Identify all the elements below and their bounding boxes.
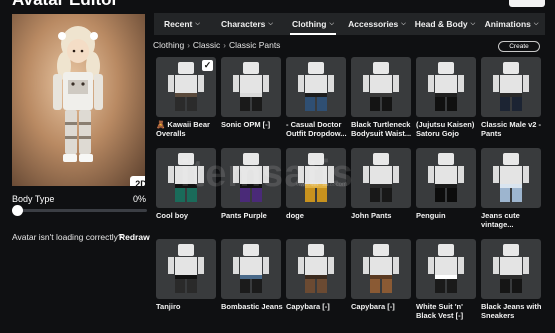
item-thumbnail <box>286 148 346 208</box>
item-name: Pants Purple <box>221 211 267 220</box>
body-type-slider[interactable] <box>14 209 147 212</box>
chevron-right-icon: › <box>223 40 226 50</box>
avatar-figure <box>53 26 103 162</box>
checkmark-icon[interactable]: ✓ <box>202 60 213 71</box>
item-thumbnail <box>221 57 281 117</box>
loading-help-text: Avatar isn't loading correctly? <box>12 232 123 242</box>
item-card[interactable]: Penguin <box>416 148 476 220</box>
item-card[interactable]: Cool boy <box>156 148 216 220</box>
item-name: Classic Male v2 - Pants <box>481 120 542 138</box>
tab-label: Characters <box>221 19 266 29</box>
item-thumbnail <box>221 239 281 299</box>
item-name: Tanjiro <box>156 302 181 311</box>
item-thumbnail <box>156 148 216 208</box>
category-tabs: Recent ⌵ Characters ⌵ Clothing ⌵ Accessorie… <box>154 13 545 35</box>
item-card[interactable]: (Jujutsu Kaisen) Satoru Gojo <box>416 57 476 138</box>
item-card[interactable]: Bombastic Jeans <box>221 239 283 311</box>
item-name: Black Turtleneck Bodysuit Waist... <box>351 120 412 138</box>
item-card[interactable]: Tanjiro <box>156 239 216 311</box>
item-card[interactable]: doge <box>286 148 346 220</box>
item-card[interactable]: Black Jeans with Sneakers <box>481 239 541 320</box>
tab-label: Head & Body <box>414 19 468 29</box>
item-name: doge <box>286 211 304 220</box>
redraw-link[interactable]: Redraw <box>119 232 150 242</box>
item-thumbnail <box>221 148 281 208</box>
item-thumbnail <box>351 148 411 208</box>
window-title: Avatar Editor <box>12 0 118 10</box>
item-thumbnail <box>156 239 216 299</box>
item-name: (Jujutsu Kaisen) Satoru Gojo <box>416 120 475 138</box>
chevron-down-icon: ⌵ <box>195 20 200 27</box>
tab-label: Clothing <box>291 19 327 29</box>
item-thumbnail <box>481 239 541 299</box>
item-thumbnail <box>351 239 411 299</box>
breadcrumb-classic-pants: Classic Pants <box>228 40 281 50</box>
item-name: Cool boy <box>156 211 189 220</box>
chevron-down-icon: ⌵ <box>268 20 273 27</box>
chevron-right-icon: › <box>187 40 190 50</box>
chevron-down-icon: ⌵ <box>470 20 476 27</box>
tab-characters[interactable]: Characters ⌵ <box>210 13 284 35</box>
item-name: Capybara [-] <box>351 302 395 311</box>
breadcrumb: Clothing › Classic › Classic Pants <box>153 40 280 50</box>
breadcrumb-clothing[interactable]: Clothing <box>153 40 184 50</box>
chevron-down-icon: ⌵ <box>329 20 335 27</box>
item-thumbnail: ✓ <box>156 57 216 117</box>
tab-accessories[interactable]: Accessories ⌵ <box>342 13 412 35</box>
tab-recent[interactable]: Recent ⌵ <box>154 13 210 35</box>
item-card[interactable]: Classic Male v2 - Pants <box>481 57 541 138</box>
item-name: Black Jeans with Sneakers <box>481 302 542 320</box>
header-button[interactable] <box>509 0 545 7</box>
create-button[interactable]: Create <box>498 41 540 52</box>
tab-animations[interactable]: Animations ⌵ <box>478 13 545 35</box>
item-card[interactable]: Pants Purple <box>221 148 281 220</box>
item-name: Jeans cute vintage... <box>481 211 520 229</box>
window-title-bar: Avatar Editor <box>0 0 555 10</box>
tab-clothing[interactable]: Clothing ⌵ <box>284 13 342 35</box>
item-thumbnail <box>286 239 346 299</box>
body-type-value: 0% <box>133 194 147 204</box>
item-thumbnail <box>416 239 476 299</box>
item-name: John Pants <box>351 211 392 220</box>
item-card[interactable]: ✓ 🧸 Kawaii Bear Overalls <box>156 57 216 138</box>
view-2d-toggle[interactable]: 2D <box>130 176 145 186</box>
item-card[interactable]: John Pants <box>351 148 411 220</box>
item-thumbnail <box>286 57 346 117</box>
avatar-preview[interactable]: 2D <box>12 14 145 186</box>
item-thumbnail <box>481 148 541 208</box>
item-thumbnail <box>481 57 541 117</box>
item-card[interactable]: Sonic OPM [-] <box>221 57 281 129</box>
item-name: - Casual Doctor Outfit Dropdow... <box>286 120 347 138</box>
chevron-down-icon: ⌵ <box>401 20 406 27</box>
item-name: Sonic OPM [-] <box>221 120 271 129</box>
item-thumbnail <box>416 148 476 208</box>
item-name: White Suit 'n' Black Vest [-] <box>416 302 464 320</box>
breadcrumb-classic[interactable]: Classic <box>193 40 220 50</box>
body-type-slider-handle[interactable] <box>12 205 23 216</box>
item-card[interactable]: Jeans cute vintage... <box>481 148 541 229</box>
item-thumbnail <box>416 57 476 117</box>
item-name: 🧸 Kawaii Bear Overalls <box>156 120 210 138</box>
item-card[interactable]: - Casual Doctor Outfit Dropdow... <box>286 57 347 138</box>
item-card[interactable]: Black Turtleneck Bodysuit Waist... <box>351 57 411 138</box>
tab-head-body[interactable]: Head & Body ⌵ <box>412 13 478 35</box>
item-card[interactable]: Capybara [-] <box>286 239 346 311</box>
chevron-down-icon: ⌵ <box>533 20 539 27</box>
item-grid: ✓ 🧸 Kawaii Bear Overalls Sonic OPM [-] - Ca… <box>156 57 544 333</box>
item-card[interactable]: White Suit 'n' Black Vest [-] <box>416 239 476 320</box>
tab-label: Recent <box>164 19 193 29</box>
item-card[interactable]: Capybara [-] <box>351 239 411 311</box>
tab-label: Accessories <box>348 19 399 29</box>
tab-label: Animations <box>484 19 531 29</box>
body-type-label: Body Type <box>12 194 55 204</box>
item-thumbnail <box>351 57 411 117</box>
item-name: Penguin <box>416 211 446 220</box>
item-name: Capybara [-] <box>286 302 330 311</box>
item-name: Bombastic Jeans <box>221 302 283 311</box>
